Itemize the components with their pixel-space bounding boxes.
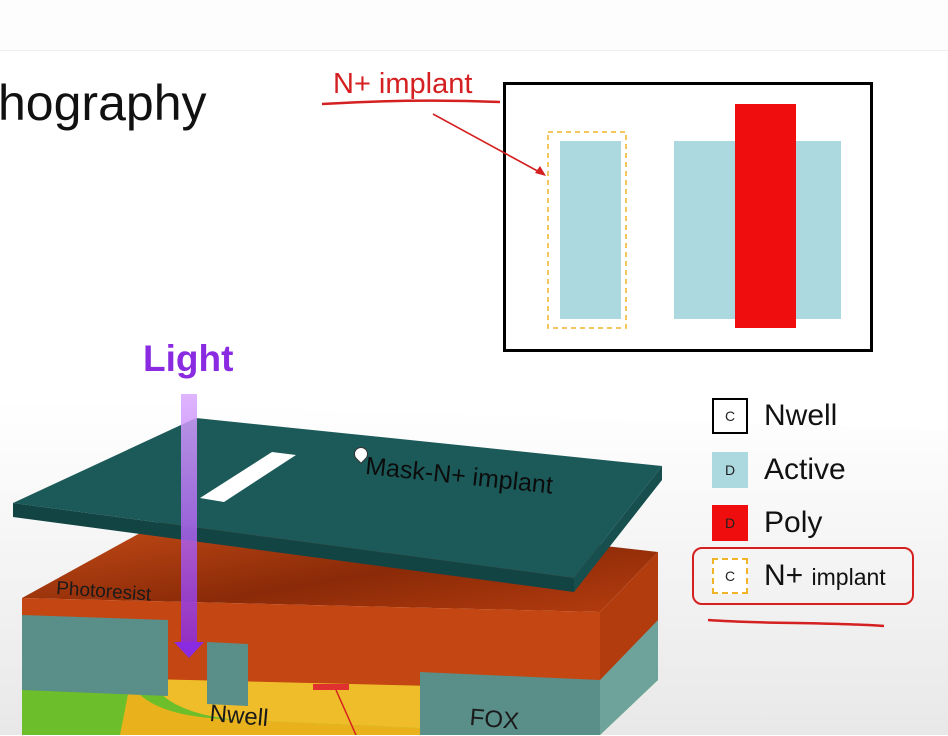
gate-pointer: [335, 689, 357, 735]
fox-mid: [207, 642, 248, 706]
poly-swatch: D: [712, 505, 748, 541]
legend-highlight-box: [692, 547, 914, 605]
light-label: Light: [143, 338, 234, 379]
legend-item-poly: D Poly: [712, 503, 822, 543]
legend-label-poly: Poly: [764, 506, 823, 539]
fox-right-side: [600, 620, 658, 735]
active-region-left: [560, 141, 621, 319]
slide-title: hography: [0, 75, 207, 131]
legend-item-nwell: C Nwell: [712, 396, 837, 436]
poly-gate: [735, 104, 796, 328]
legend-item-active: D Active: [712, 450, 846, 490]
nwell-top: [150, 668, 420, 728]
mask-opening: [200, 452, 296, 502]
fox-left: [22, 615, 168, 696]
photoresist-right: [600, 552, 658, 690]
photoresist-label: Photoresist: [55, 578, 152, 606]
mask-right: [574, 466, 662, 592]
substrate-right: [600, 622, 658, 735]
light-beam: [181, 394, 197, 644]
gate-marker: [313, 684, 349, 690]
layout-drawing: [547, 104, 841, 329]
photoresist-front: [22, 598, 600, 690]
light-arrowhead: [174, 642, 204, 658]
top-bar: [0, 0, 948, 51]
legend-underline: [707, 618, 885, 628]
mask-label: Mask-N+ implant: [364, 452, 555, 500]
nwell-region: [120, 684, 420, 735]
legend-label-nwell: Nwell: [764, 399, 838, 432]
mask-top: [13, 418, 662, 578]
fox-label: FOX: [468, 704, 521, 736]
annotation-underline: [321, 99, 501, 106]
legend-label-active: Active: [764, 453, 846, 486]
mask-front: [13, 503, 574, 592]
annotation-label: N+ implant: [333, 68, 473, 100]
layout-view: [503, 82, 873, 352]
active-swatch: D: [712, 452, 748, 488]
nwell-swatch: C: [712, 398, 748, 434]
nwell-label: Nwell: [208, 700, 270, 733]
